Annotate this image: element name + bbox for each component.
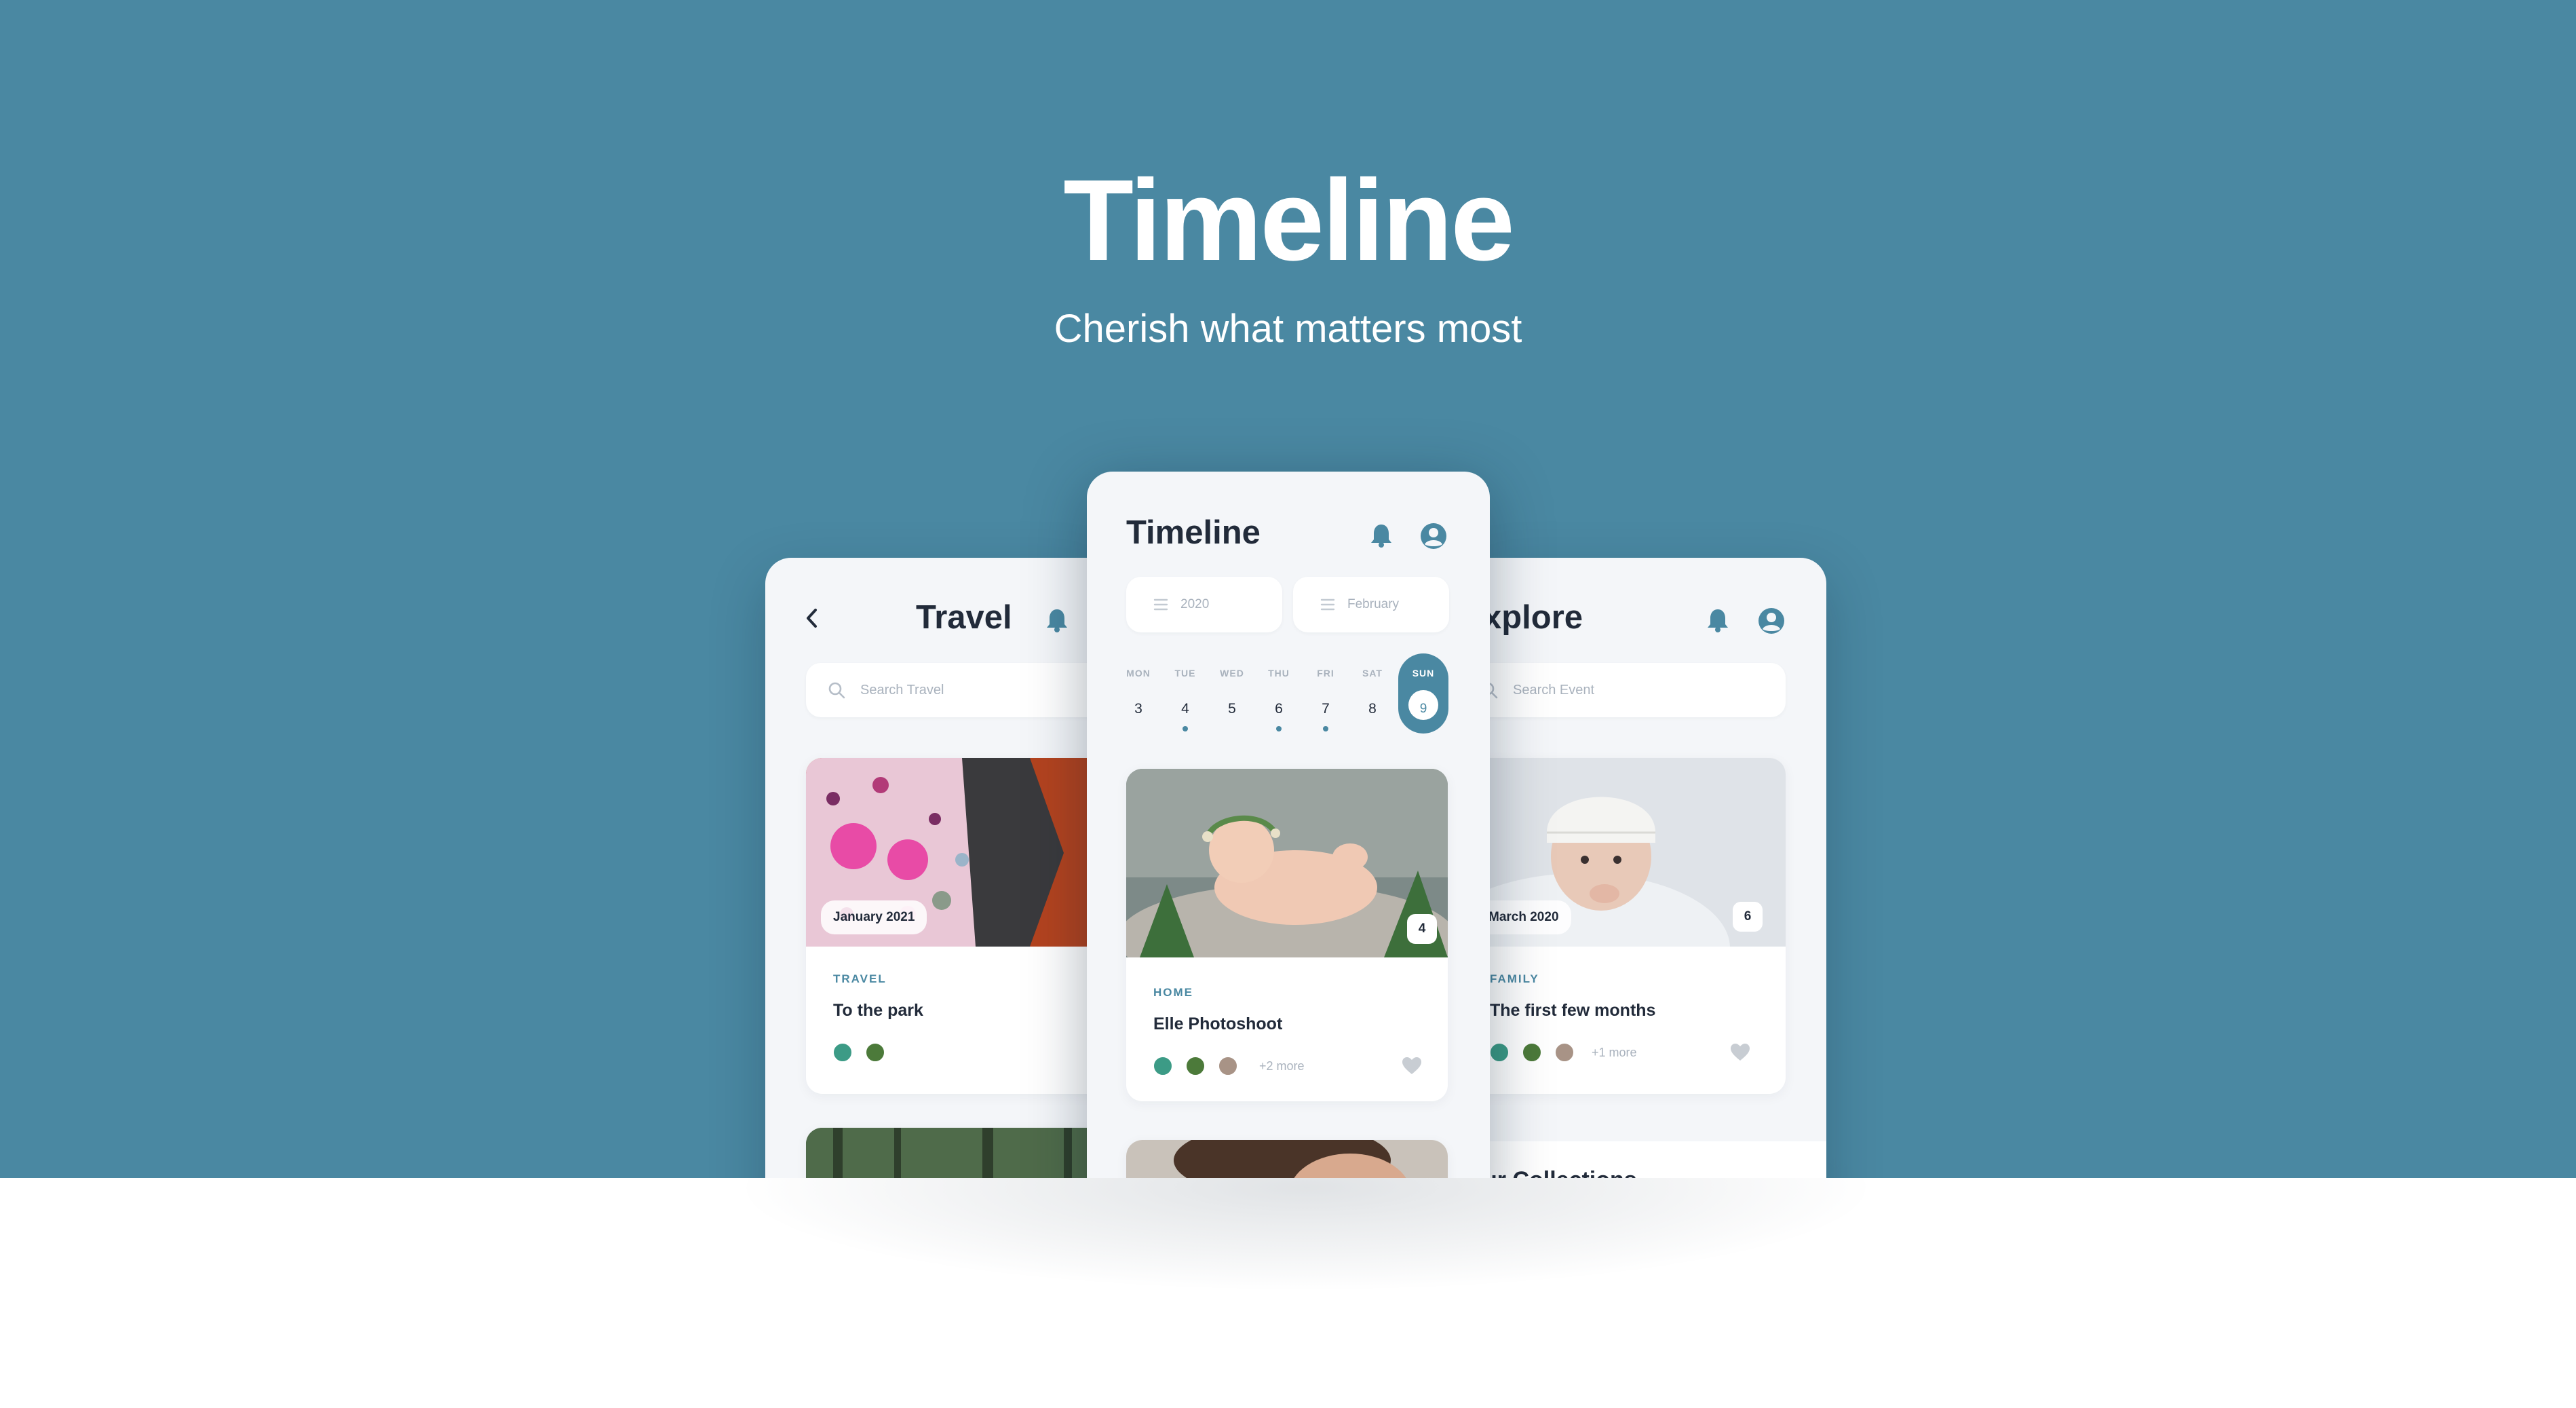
collections-heading: ur Collections xyxy=(1486,1167,1637,1178)
travel-card-date-badge: January 2021 xyxy=(821,900,927,934)
timeline-card-category: HOME xyxy=(1153,986,1193,999)
timeline-card[interactable]: 4 HOME Elle Photoshoot +2 more xyxy=(1126,769,1448,1101)
avatar xyxy=(1217,1055,1239,1077)
day-sat[interactable]: SAT 8 xyxy=(1352,666,1393,719)
timeline-card-photo-count: 4 xyxy=(1407,914,1437,944)
back-chevron-icon[interactable] xyxy=(803,607,822,629)
list-icon xyxy=(1153,598,1168,611)
search-icon xyxy=(828,681,845,699)
explore-card-category: FAMILY xyxy=(1490,972,1539,985)
day-name: MON xyxy=(1126,668,1151,679)
explore-card-date-badge: March 2020 xyxy=(1486,900,1571,934)
travel-screen-title: Travel xyxy=(916,599,1012,636)
bell-icon[interactable] xyxy=(1045,607,1069,633)
timeline-card-more-people: +2 more xyxy=(1259,1059,1305,1073)
day-name: SUN xyxy=(1412,668,1435,679)
avatar xyxy=(1521,1042,1543,1063)
event-dot xyxy=(1323,726,1328,731)
timeline-screen: Timeline 2020 February MON 3 TUE 4 WED 5… xyxy=(1087,472,1490,1178)
day-wed[interactable]: WED 5 xyxy=(1212,666,1252,719)
day-date: 7 xyxy=(1322,701,1330,717)
day-tue[interactable]: TUE 4 xyxy=(1165,666,1206,719)
explore-screen: xplore Search Event March 2020 6 FAMILY … xyxy=(1486,558,1826,1178)
explore-card-title: The first few months xyxy=(1490,1001,1656,1020)
profile-icon[interactable] xyxy=(1419,522,1448,550)
heart-icon[interactable] xyxy=(1730,1043,1750,1062)
year-selector[interactable]: 2020 xyxy=(1126,577,1282,632)
explore-card-more-people: +1 more xyxy=(1592,1046,1637,1059)
avatar xyxy=(1554,1042,1575,1063)
avatar xyxy=(832,1042,853,1063)
timeline-card-title: Elle Photoshoot xyxy=(1153,1014,1283,1033)
travel-card-2[interactable] xyxy=(806,1128,1091,1178)
day-date: 9 xyxy=(1419,702,1427,716)
explore-search-input[interactable]: Search Event xyxy=(1486,663,1786,717)
explore-search-placeholder: Search Event xyxy=(1513,683,1595,698)
travel-card-2-photo xyxy=(806,1128,1091,1178)
day-name: FRI xyxy=(1317,668,1334,679)
travel-search-input[interactable]: Search Travel xyxy=(806,663,1091,717)
travel-screen: Travel Search Travel January 2021 TRAVEL… xyxy=(765,558,1091,1178)
day-date: 6 xyxy=(1275,701,1283,717)
bell-icon[interactable] xyxy=(1370,522,1393,548)
explore-card-photo-count: 6 xyxy=(1733,902,1763,932)
day-thu[interactable]: THU 6 xyxy=(1258,666,1299,719)
travel-card-category: TRAVEL xyxy=(833,972,887,985)
travel-card[interactable]: January 2021 TRAVEL To the park xyxy=(806,758,1091,1094)
day-date: 5 xyxy=(1228,701,1236,717)
timeline-screen-title: Timeline xyxy=(1126,514,1261,551)
avatar xyxy=(1152,1055,1174,1077)
avatar xyxy=(864,1042,886,1063)
month-selector[interactable]: February xyxy=(1293,577,1449,632)
timeline-card-2-photo xyxy=(1126,1140,1448,1178)
day-name: THU xyxy=(1268,668,1290,679)
day-date: 4 xyxy=(1181,701,1189,717)
travel-card-photo: January 2021 xyxy=(806,758,1091,947)
day-mon[interactable]: MON 3 xyxy=(1118,666,1159,719)
day-date: 8 xyxy=(1368,701,1377,717)
bell-icon[interactable] xyxy=(1706,607,1729,633)
explore-screen-title: xplore xyxy=(1486,599,1583,636)
year-selector-value: 2020 xyxy=(1180,597,1210,611)
day-name: WED xyxy=(1220,668,1244,679)
month-selector-value: February xyxy=(1347,597,1400,611)
day-name: SAT xyxy=(1362,668,1383,679)
avatar xyxy=(1488,1042,1510,1063)
timeline-card-photo: 4 xyxy=(1126,769,1448,957)
mockup-stage: Travel Search Travel January 2021 TRAVEL… xyxy=(0,0,2576,1178)
explore-card[interactable]: March 2020 6 FAMILY The first few months… xyxy=(1486,758,1786,1094)
list-icon xyxy=(1320,598,1335,611)
event-dot xyxy=(1276,726,1282,731)
travel-search-placeholder: Search Travel xyxy=(860,683,944,698)
avatar xyxy=(1185,1055,1206,1077)
timeline-card-2[interactable] xyxy=(1126,1140,1448,1178)
day-name: TUE xyxy=(1174,668,1196,679)
profile-icon[interactable] xyxy=(1757,607,1786,635)
day-date: 3 xyxy=(1134,701,1142,717)
explore-card-photo: March 2020 6 xyxy=(1486,758,1786,947)
event-dot xyxy=(1183,726,1188,731)
heart-icon[interactable] xyxy=(1402,1057,1422,1076)
travel-card-title: To the park xyxy=(833,1001,923,1020)
day-fri[interactable]: FRI 7 xyxy=(1305,666,1346,719)
day-sun[interactable]: SUN 9 xyxy=(1403,666,1444,719)
